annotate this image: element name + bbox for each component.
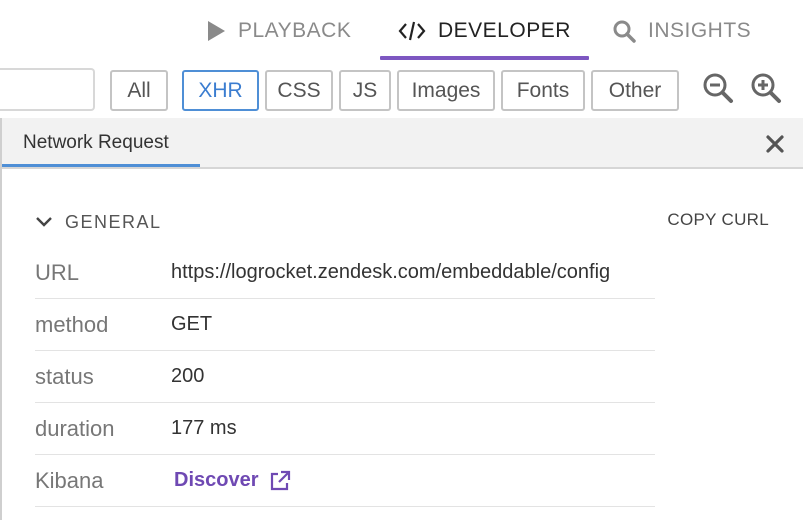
tab-insights[interactable]: INSIGHTS xyxy=(612,0,751,62)
filter-fonts-button[interactable]: Fonts xyxy=(501,70,585,111)
external-link-icon xyxy=(269,470,291,492)
network-request-panel: Network Request GENERAL COPY CURL URL ht… xyxy=(0,118,803,520)
filter-xhr-button[interactable]: XHR xyxy=(182,70,259,111)
play-icon xyxy=(206,20,226,42)
row-value: https://logrocket.zendesk.com/embeddable… xyxy=(171,261,611,283)
tab-network-request[interactable]: Network Request xyxy=(2,118,200,167)
filter-all-button[interactable]: All xyxy=(110,70,168,111)
row-key: method xyxy=(35,311,109,337)
detail-row-duration: duration 177 ms xyxy=(35,403,655,455)
row-value: 200 xyxy=(171,365,205,387)
kibana-discover-link[interactable]: Discover xyxy=(174,469,291,492)
detail-row-status: status 200 xyxy=(35,351,655,403)
filter-bar: All XHR CSS JS Images Fonts Other xyxy=(0,62,803,118)
panel-header: Network Request xyxy=(2,118,803,169)
filter-js-button[interactable]: JS xyxy=(339,70,391,111)
filter-images-button[interactable]: Images xyxy=(397,70,495,111)
link-label: Discover xyxy=(174,469,259,491)
copy-curl-button[interactable]: COPY CURL xyxy=(667,210,769,230)
chevron-down-icon xyxy=(35,216,53,228)
row-key: status xyxy=(35,363,94,389)
section-title: GENERAL xyxy=(65,211,162,232)
zoom-out-icon[interactable] xyxy=(702,72,734,104)
top-tab-bar: PLAYBACK DEVELOPER INSIGHTS xyxy=(0,0,803,62)
filter-search-input[interactable] xyxy=(0,68,95,111)
row-value: 177 ms xyxy=(171,417,237,439)
tab-developer[interactable]: DEVELOPER xyxy=(380,0,589,62)
filter-other-button[interactable]: Other xyxy=(591,70,679,111)
row-key: URL xyxy=(35,259,80,285)
tab-playback[interactable]: PLAYBACK xyxy=(206,0,351,62)
row-value: GET xyxy=(171,313,213,335)
detail-row-kibana: Kibana Discover xyxy=(35,455,655,507)
tab-developer-label: DEVELOPER xyxy=(438,19,571,42)
detail-row-url: URL https://logrocket.zendesk.com/embedd… xyxy=(35,247,655,299)
general-section-toggle[interactable]: GENERAL xyxy=(35,210,162,234)
search-icon xyxy=(612,19,636,43)
row-key: Kibana xyxy=(35,467,104,493)
code-icon xyxy=(398,20,426,42)
row-key: duration xyxy=(35,415,115,441)
tab-insights-label: INSIGHTS xyxy=(648,19,752,42)
close-icon[interactable] xyxy=(765,134,785,154)
tab-playback-label: PLAYBACK xyxy=(238,19,352,42)
detail-row-method: method GET xyxy=(35,299,655,351)
filter-css-button[interactable]: CSS xyxy=(265,70,333,111)
zoom-in-icon[interactable] xyxy=(750,72,782,104)
